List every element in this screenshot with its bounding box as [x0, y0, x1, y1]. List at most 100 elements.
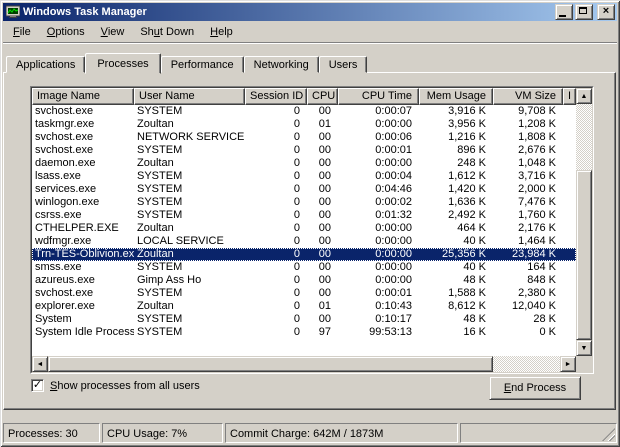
resize-grip-icon[interactable] — [602, 428, 615, 441]
column-header-cpu-time[interactable]: CPU Time — [338, 88, 419, 105]
table-cell: 0 — [293, 326, 300, 338]
menu-file[interactable]: File — [5, 24, 39, 40]
column-header-session-id[interactable]: Session ID — [245, 88, 307, 105]
menu-file-rest: ile — [19, 25, 31, 38]
arrow-right-icon: ► — [564, 360, 572, 368]
table-row[interactable]: taskmgr.exe Zoultan 0 01 0:00:00 3,956 K 1,208… — [32, 118, 576, 131]
table-cell: 48 K — [463, 313, 486, 325]
close-button[interactable]: × — [597, 4, 615, 20]
menu-options[interactable]: Options — [39, 24, 93, 40]
table-cell: 1,808 K — [518, 131, 556, 143]
table-row[interactable]: winlogon.exe SYSTEM 0 00 0:00:02 1,636 K 7,476… — [32, 196, 576, 209]
table-row[interactable]: svchost.exe SYSTEM 0 00 0:00:07 3,916 K 9,708 … — [32, 105, 576, 118]
scroll-right-button[interactable]: ► — [560, 356, 576, 372]
table-row[interactable]: System Idle Process SYSTEM 0 97 99:53:13 16 K… — [32, 326, 576, 339]
vertical-scrollbar-thumb[interactable] — [576, 170, 592, 340]
table-cell: 23,984 K — [511, 248, 556, 260]
table-cell: 0:10:17 — [375, 313, 412, 325]
scroll-up-button[interactable]: ▲ — [576, 88, 592, 104]
checkbox-label-rest: how processes from all users — [57, 379, 200, 392]
menu-view[interactable]: View — [93, 24, 133, 40]
table-cell — [563, 261, 576, 274]
column-header-cpu[interactable]: CPU — [307, 88, 338, 105]
table-row[interactable]: daemon.exe Zoultan 0 00 0:00:00 248 K 1,048 K — [32, 157, 576, 170]
table-cell: 0 — [293, 313, 300, 325]
table-row[interactable]: wdfmgr.exe LOCAL SERVICE 0 00 0:00:00 40 K 1,4… — [32, 235, 576, 248]
column-header-mem-usage[interactable]: Mem Usage — [419, 88, 493, 105]
table-cell: 0:00:00 — [375, 248, 412, 260]
table-cell: 2,492 K — [448, 209, 486, 221]
tab-applications[interactable]: Applications — [6, 56, 86, 73]
scroll-down-button[interactable]: ▼ — [576, 340, 592, 356]
status-commit-charge: Commit Charge: 642M / 1873M — [225, 423, 458, 443]
title-bar: Windows Task Manager × — [3, 3, 617, 21]
table-row[interactable]: smss.exe SYSTEM 0 00 0:00:00 40 K 164 K — [32, 261, 576, 274]
end-process-button[interactable]: End Process — [489, 376, 581, 400]
table-cell: 0 K — [539, 326, 556, 338]
table-cell: 00 — [318, 222, 331, 234]
table-cell: System Idle Process — [35, 326, 134, 338]
table-cell: 0:01:32 — [375, 209, 412, 221]
column-header-user-name[interactable]: User Name — [134, 88, 245, 105]
table-row[interactable]: explorer.exe Zoultan 0 01 0:10:43 8,612 K 12,0… — [32, 300, 576, 313]
table-row[interactable]: CTHELPER.EXE Zoultan 0 00 0:00:00 464 K 2,176 … — [32, 222, 576, 235]
table-cell: CTHELPER.EXE — [35, 222, 119, 234]
table-cell: 3,916 K — [448, 105, 486, 117]
table-row[interactable]: System SYSTEM 0 00 0:10:17 48 K 28 K — [32, 313, 576, 326]
processes-tab-page: Image Name User Name Session ID CPU CPU Time… — [3, 72, 616, 410]
horizontal-scrollbar-thumb[interactable] — [48, 356, 493, 372]
vertical-scrollbar[interactable]: ▲ ▼ — [576, 88, 592, 356]
table-cell: 0:10:43 — [375, 300, 412, 312]
table-cell: 0 — [293, 131, 300, 143]
window-title: Windows Task Manager — [23, 6, 147, 18]
column-header-i[interactable]: I — [563, 88, 576, 105]
table-cell: 0:00:00 — [375, 274, 412, 286]
close-icon: × — [602, 5, 610, 17]
maximize-icon — [579, 7, 587, 14]
table-cell: Zoultan — [137, 118, 174, 130]
table-cell: 00 — [318, 235, 331, 247]
table-cell: 12,040 K — [511, 300, 556, 312]
arrow-down-icon: ▼ — [580, 344, 588, 352]
table-row[interactable]: services.exe SYSTEM 0 00 0:04:46 1,420 K 2,000… — [32, 183, 576, 196]
arrow-up-icon: ▲ — [580, 92, 588, 100]
table-cell: 0 — [293, 248, 300, 260]
table-cell: NETWORK SERVICE — [137, 131, 245, 143]
status-bar: Processes: 30 CPU Usage: 7% Commit Charg… — [3, 420, 617, 444]
column-header-image-name[interactable]: Image Name — [32, 88, 134, 105]
minimize-button[interactable] — [555, 4, 573, 20]
scroll-left-button[interactable]: ◄ — [32, 356, 48, 372]
show-all-users-row: ✓ Show processes from all users — [31, 379, 200, 392]
table-cell: 1,588 K — [448, 287, 486, 299]
tab-performance[interactable]: Performance — [160, 56, 244, 73]
column-header-vm-size[interactable]: VM Size — [493, 88, 563, 105]
horizontal-scrollbar[interactable]: ◄ ► — [32, 356, 576, 372]
table-cell: SYSTEM — [137, 170, 183, 182]
table-cell — [563, 131, 576, 144]
task-manager-icon[interactable] — [6, 5, 20, 19]
table-cell: 0 — [293, 261, 300, 273]
tab-networking[interactable]: Networking — [243, 56, 319, 73]
table-row[interactable]: svchost.exe SYSTEM 0 00 0:00:01 896 K 2,676 K — [32, 144, 576, 157]
table-row[interactable]: Trn-TES-Oblivion.exe Zoultan 0 00 0:00:00 25,… — [32, 248, 576, 261]
tab-processes[interactable]: Processes — [85, 53, 161, 74]
show-all-users-label: Show processes from all users — [50, 380, 200, 392]
table-cell: 1,208 K — [518, 118, 556, 130]
menu-shutdown[interactable]: Shut Down — [132, 24, 202, 40]
show-all-users-checkbox[interactable]: ✓ — [31, 379, 44, 392]
table-cell: 1,216 K — [448, 131, 486, 143]
menu-file-accel: F — [13, 25, 20, 38]
table-cell: SYSTEM — [137, 313, 183, 325]
table-row[interactable]: svchost.exe NETWORK SERVICE 0 00 0:00:06 1,21… — [32, 131, 576, 144]
table-cell: smss.exe — [35, 261, 82, 273]
table-row[interactable]: lsass.exe SYSTEM 0 00 0:00:04 1,612 K 3,716 K — [32, 170, 576, 183]
table-cell: 48 K — [463, 274, 486, 286]
end-process-rest: nd Process — [511, 382, 567, 394]
table-row[interactable]: svchost.exe SYSTEM 0 00 0:00:01 1,588 K 2,380 … — [32, 287, 576, 300]
process-list-client: Image Name User Name Session ID CPU CPU Time… — [32, 88, 576, 356]
menu-help[interactable]: Help — [202, 24, 241, 40]
tab-users[interactable]: Users — [318, 56, 368, 73]
maximize-button[interactable] — [575, 4, 593, 20]
table-row[interactable]: azureus.exe Gimp Ass Ho 0 00 0:00:00 48 K 848 … — [32, 274, 576, 287]
table-row[interactable]: csrss.exe SYSTEM 0 00 0:01:32 2,492 K 1,760 K — [32, 209, 576, 222]
